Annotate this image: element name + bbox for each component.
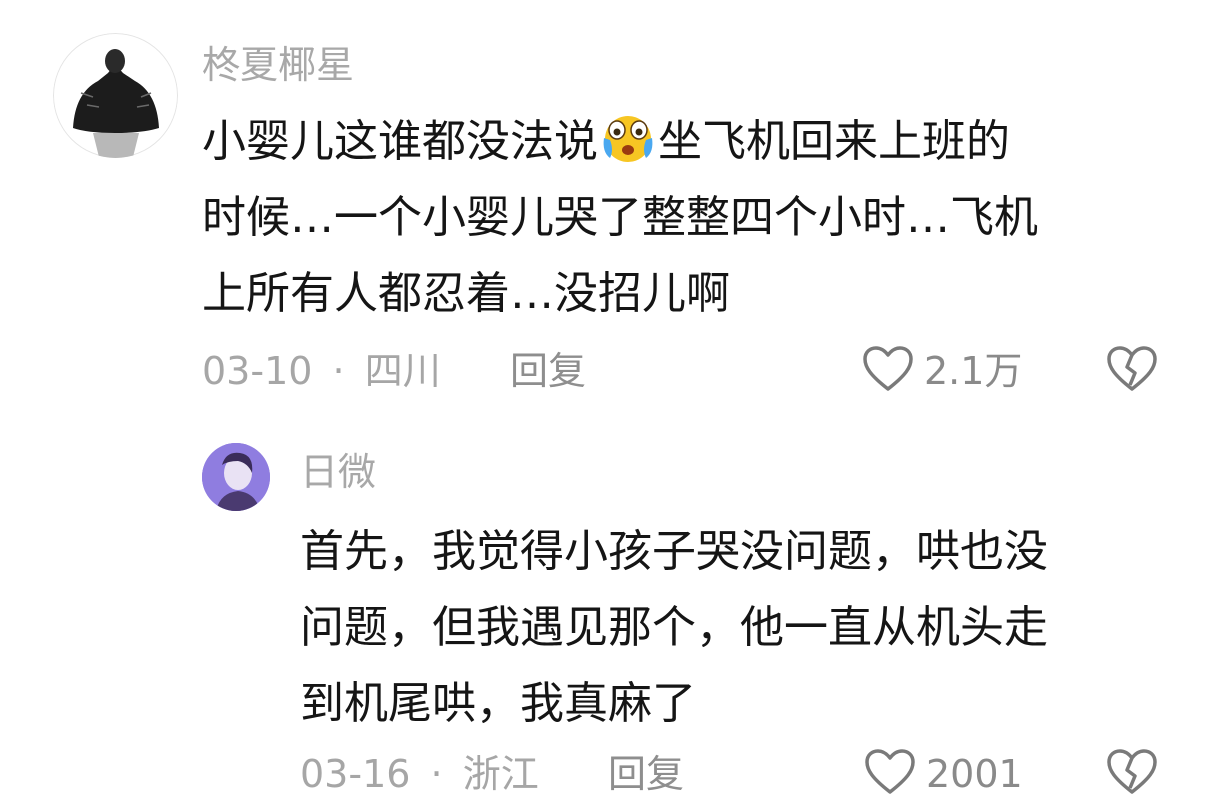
comment-meta: 03-16 · 浙江 [300,755,539,793]
dislike-broken-heart-icon[interactable] [1106,345,1158,393]
comment-meta: 03-10 · 四川 [202,352,441,390]
comment-location: 四川 [364,349,441,393]
comment-location: 浙江 [462,752,539,796]
comment-text: 首先，我觉得小孩子哭没问题，哄也没 [300,526,1048,577]
comment-text: 到机尾哄，我真麻了 [300,678,696,729]
comment-date: 03-16 [300,752,411,796]
avatar[interactable] [53,33,178,158]
dislike-broken-heart-icon[interactable] [1106,748,1158,796]
comment-text-line: 小婴儿这谁都没法说 坐飞机回来上班的 [202,104,1010,180]
comment-text: 坐飞机回来上班的 [658,116,1010,167]
comment-text: 时候…一个小婴儿哭了整整四个小时…飞机 [202,192,1038,243]
like-heart-icon[interactable] [862,345,914,393]
reply-button[interactable]: 回复 [608,755,684,793]
comment-date: 03-10 [202,349,313,393]
avatar[interactable] [202,443,270,511]
comment-text: 上所有人都忍着…没招儿啊 [202,268,730,319]
comment-text: 小婴儿这谁都没法说 [202,116,598,167]
comment-text: 问题，但我遇见那个，他一直从机头走 [300,602,1048,653]
username[interactable]: 日微 [300,453,376,491]
like-heart-icon[interactable] [864,748,916,796]
like-count: 2001 [926,752,1023,796]
like-count: 2.1万 [924,349,1023,393]
meta-separator: · [430,752,443,796]
crying-laughing-emoji-icon [600,112,656,164]
meta-separator: · [332,349,345,393]
reply-button[interactable]: 回复 [510,352,586,390]
username[interactable]: 柊夏椰星 [202,46,354,84]
